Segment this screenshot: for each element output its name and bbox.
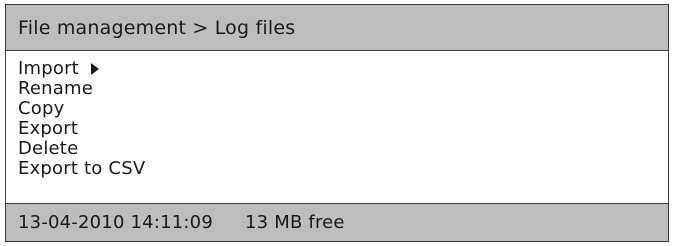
breadcrumb: File management > Log files [18,16,296,39]
status-free-space: 13 MB free [244,212,345,233]
menu-item-import[interactable]: Import [18,59,656,79]
menu-item-export-to-csv[interactable]: Export to CSV [18,159,656,179]
menu-item-label: Copy [18,98,65,119]
menu-item-label: Delete [18,138,79,159]
status-bar: 13-04-2010 14:11:09 13 MB free [6,203,668,241]
title-bar: File management > Log files [6,5,668,51]
menu-item-copy[interactable]: Copy [18,99,656,119]
menu-item-label: Rename [18,78,94,99]
device-screen: File management > Log files Import Renam… [5,4,669,242]
menu-item-label: Import [18,58,79,79]
context-menu: Import Rename Copy Export Delete Export … [6,51,668,201]
menu-item-rename[interactable]: Rename [18,79,656,99]
status-datetime: 13-04-2010 14:11:09 [18,212,213,233]
menu-item-delete[interactable]: Delete [18,139,656,159]
menu-item-label: Export to CSV [18,158,146,179]
menu-item-export[interactable]: Export [18,119,656,139]
triangle-right-icon [90,63,99,75]
menu-item-label: Export [18,118,79,139]
